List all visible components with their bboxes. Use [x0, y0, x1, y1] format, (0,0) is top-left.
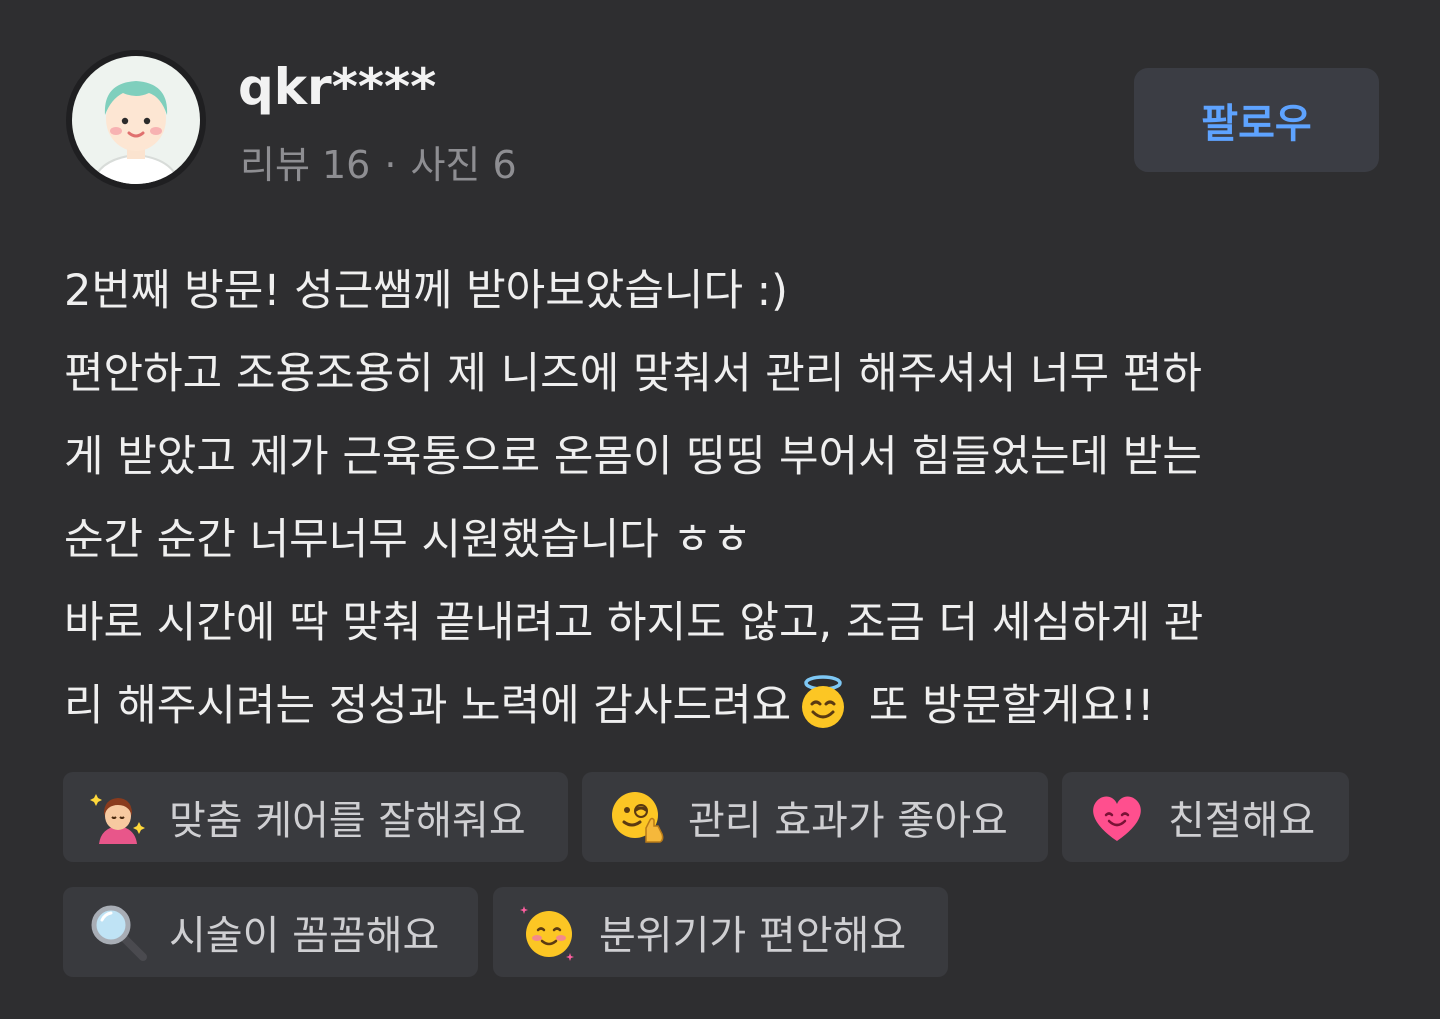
review-text: 2번째 방문! 성근쌤께 받아보았습니다 :) 편안하고 조용조용히 제 니즈에…	[64, 250, 1394, 748]
tag-label: 관리 효과가 좋아요	[688, 798, 1008, 844]
tag-label: 분위기가 편안해요	[599, 913, 907, 959]
review-line: 게 받았고 제가 근육통으로 온몸이 띵띵 부어서 힘들었는데 받는	[64, 432, 1202, 482]
stats-separator: ·	[384, 143, 397, 187]
tag-chip-thorough[interactable]: 시술이 꼼꼼해요	[63, 887, 478, 977]
avatar[interactable]	[66, 50, 206, 190]
user-stats: 리뷰 16 · 사진 6	[240, 134, 517, 189]
follow-button[interactable]: 팔로우	[1134, 68, 1379, 172]
review-line: 편안하고 조용조용히 제 니즈에 맞춰서 관리 해주셔서 너무 편하	[64, 349, 1202, 399]
review-line: 바로 시간에 딱 맞춰 끝내려고 하지도 않고, 조금 더 세심하게 관	[64, 598, 1204, 648]
review-line: 순간 순간 너무너무 시원했습니다 ㅎㅎ	[64, 515, 752, 565]
magnifier-icon	[89, 903, 147, 961]
review-count: 리뷰 16	[240, 143, 371, 187]
tag-label: 맞춤 케어를 잘해줘요	[169, 798, 526, 844]
person-sparkle-icon	[89, 788, 147, 846]
blushing-face-icon	[519, 903, 577, 961]
avatar-illustration-icon	[72, 56, 200, 184]
review-line: 리 해주시려는 정성과 노력에 감사드려요	[64, 681, 792, 731]
review-line: 2번째 방문! 성근쌤께 받아보았습니다 :)	[64, 266, 788, 316]
tag-chip-effect[interactable]: 관리 효과가 좋아요	[582, 772, 1048, 862]
review-line-last: 리 해주시려는 정성과 노력에 감사드려요 또 방문할게요!!	[64, 665, 1394, 748]
tag-chip-atmosphere[interactable]: 분위기가 편안해요	[493, 887, 948, 977]
tag-chip-custom-care[interactable]: 맞춤 케어를 잘해줘요	[63, 772, 568, 862]
wink-thumbs-up-icon	[608, 788, 666, 846]
smiling-heart-icon	[1088, 788, 1146, 846]
tag-chip-kind[interactable]: 친절해요	[1062, 772, 1349, 862]
photo-count: 사진 6	[410, 143, 517, 187]
smiling-angel-emoji-icon	[795, 674, 851, 730]
username[interactable]: qkr****	[238, 58, 436, 116]
tag-label: 친절해요	[1168, 798, 1316, 844]
review-line: 또 방문할게요!!	[868, 681, 1155, 731]
tag-label: 시술이 꼼꼼해요	[169, 913, 440, 959]
